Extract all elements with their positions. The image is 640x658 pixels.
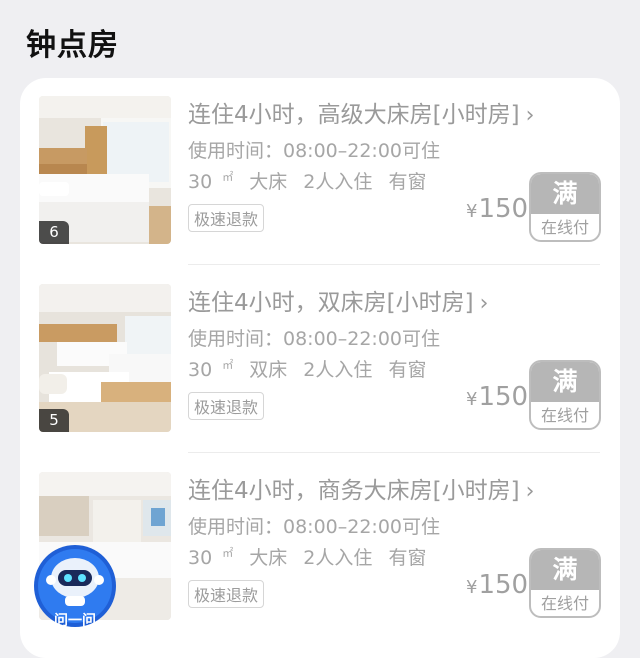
divider	[188, 452, 600, 453]
bed-type: 大床	[249, 171, 288, 193]
full-booked-button[interactable]: 满 在线付	[529, 172, 601, 242]
room-specs: 30 ㎡ 双床 2人入住 有窗	[188, 355, 436, 382]
chevron-right-icon: ›	[525, 479, 535, 504]
pay-method: 在线付	[540, 594, 589, 613]
room-price: ¥150	[466, 382, 528, 412]
room-title[interactable]: 连住4小时，高级大床房[小时房] ›	[188, 95, 588, 129]
refund-tag: 极速退款	[188, 204, 265, 232]
room-price: ¥150	[466, 194, 528, 224]
full-status: 满	[531, 362, 599, 402]
full-booked-button[interactable]: 满 在线付	[529, 548, 601, 618]
section-title: 钟点房	[26, 28, 119, 63]
bed-type: 双床	[249, 359, 288, 381]
occupancy: 2人入住	[303, 547, 373, 569]
room-item-deluxe-king[interactable]: 6 连住4小时，高级大床房[小时房] › 使用时间：08:00–22:00可住 3…	[20, 78, 620, 266]
pay-method: 在线付	[540, 218, 589, 237]
room-title[interactable]: 连住4小时，双床房[小时房] ›	[188, 283, 588, 317]
room-photo[interactable]: 5	[39, 284, 171, 432]
window-info: 有窗	[388, 359, 427, 381]
room-area: 30 ㎡	[188, 358, 234, 381]
full-booked-button[interactable]: 满 在线付	[529, 360, 601, 430]
photo-count-badge: 6	[39, 221, 69, 244]
occupancy: 2人入住	[303, 359, 373, 381]
occupancy: 2人入住	[303, 171, 373, 193]
room-photo[interactable]: 6	[39, 96, 171, 244]
window-info: 有窗	[388, 547, 427, 569]
room-title[interactable]: 连住4小时，商务大床房[小时房] ›	[188, 471, 588, 505]
price-value: 150	[478, 570, 529, 600]
usage-time: 使用时间：08:00–22:00可住	[188, 516, 441, 538]
assistant-button[interactable]: 问一问	[32, 540, 118, 629]
usage-time: 使用时间：08:00–22:00可住	[188, 140, 441, 162]
bed-type: 大床	[249, 547, 288, 569]
refund-tag: 极速退款	[188, 580, 265, 608]
room-title-text: 连住4小时，商务大床房[小时房]	[188, 478, 520, 504]
room-title-text: 连住4小时，双床房[小时房]	[188, 290, 474, 316]
currency-symbol: ¥	[466, 389, 478, 410]
window-info: 有窗	[388, 171, 427, 193]
room-title-text: 连住4小时，高级大床房[小时房]	[188, 102, 520, 128]
currency-symbol: ¥	[466, 201, 478, 222]
refund-tag: 极速退款	[188, 392, 265, 420]
usage-time: 使用时间：08:00–22:00可住	[188, 328, 441, 350]
room-specs: 30 ㎡ 大床 2人入住 有窗	[188, 543, 436, 570]
price-value: 150	[478, 382, 529, 412]
full-status: 满	[531, 550, 599, 590]
chevron-right-icon: ›	[525, 103, 535, 128]
chevron-right-icon: ›	[479, 291, 489, 316]
room-item-twin[interactable]: 5 连住4小时，双床房[小时房] › 使用时间：08:00–22:00可住 30 ㎡…	[20, 266, 620, 454]
photo-count-badge: 5	[39, 409, 69, 432]
pay-method: 在线付	[540, 406, 589, 425]
divider	[188, 264, 600, 265]
room-area: 30 ㎡	[188, 546, 234, 569]
price-value: 150	[478, 194, 529, 224]
assistant-label: 问一问	[54, 613, 96, 629]
room-price: ¥150	[466, 570, 528, 600]
room-area: 30 ㎡	[188, 170, 234, 193]
currency-symbol: ¥	[466, 577, 478, 598]
room-specs: 30 ㎡ 大床 2人入住 有窗	[188, 167, 436, 194]
full-status: 满	[531, 174, 599, 214]
